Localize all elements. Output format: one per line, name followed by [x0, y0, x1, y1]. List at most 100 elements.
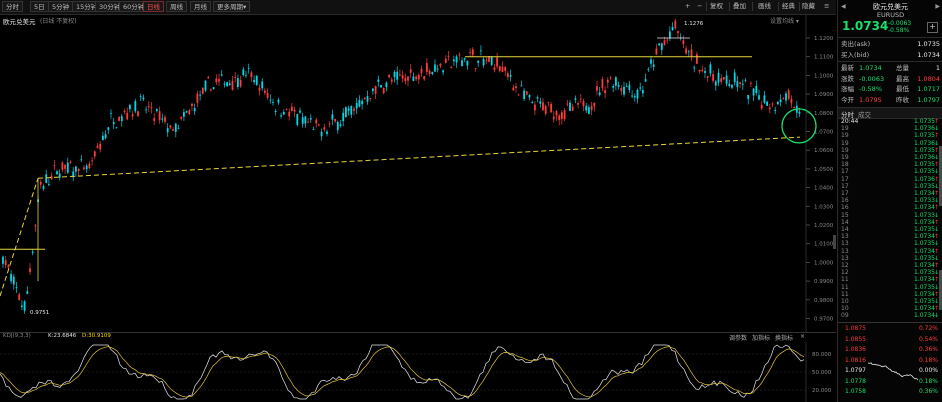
candle-body [728, 83, 731, 86]
switch-indicator-button[interactable]: 换指标 [775, 333, 793, 342]
zoom-out-button[interactable]: − [697, 1, 702, 12]
y-axis-label: 1.0400 [814, 186, 834, 192]
period-more-dropdown[interactable]: 更多周期▾ [213, 1, 251, 12]
low-price-label: 0.9751 [30, 310, 49, 316]
period-5min[interactable]: 5分钟 [48, 1, 74, 12]
period-monthly[interactable]: 月线 [190, 1, 211, 12]
period-weekly[interactable]: 周线 [166, 1, 187, 12]
candle-body [326, 131, 328, 134]
candle-body [180, 116, 183, 119]
candle-body [228, 83, 231, 86]
draw-line-button[interactable]: 画线 [758, 1, 771, 12]
candle-body [633, 96, 636, 98]
osc-axis-label: 20.000 [812, 388, 832, 394]
tab-trades[interactable]: 成交 [858, 109, 871, 119]
tick-price: 1.0734 [914, 218, 935, 226]
candle-body [482, 58, 485, 66]
candle-body [625, 86, 628, 87]
candle-body [768, 107, 771, 110]
adjust-params-button[interactable]: 调参数 [729, 333, 747, 342]
ma-settings-link[interactable]: 设置均线 ▾ [770, 16, 799, 25]
candle-body [237, 78, 239, 88]
quote-stat-row: 今开 1.0795 昨收 1.0797 [841, 96, 940, 105]
candle-body [704, 71, 706, 73]
zoom-in-button[interactable]: + [685, 1, 690, 12]
stat-value-2: 1.0804 [917, 74, 940, 83]
tick-price: 1.0735 [914, 226, 935, 233]
candle-body [53, 165, 56, 166]
candle-body [288, 111, 291, 117]
candle-body [399, 74, 401, 76]
candle-body [701, 69, 704, 72]
period-timeshare[interactable]: 分时 [2, 1, 23, 12]
candle-body [615, 77, 617, 86]
adjust-button[interactable]: 复权 [710, 1, 723, 12]
candle-body [304, 116, 307, 124]
tick-time: 16 [841, 197, 849, 205]
add-watchlist-button[interactable]: + [927, 22, 938, 33]
close-indicator-icon[interactable]: × [800, 333, 805, 340]
candle-body [145, 109, 147, 111]
y-axis-label: 0.9900 [814, 279, 834, 285]
quote-stat-row: 最新 1.0734 总量 1 [841, 64, 940, 73]
candle-body [48, 184, 50, 186]
candle-body [542, 102, 544, 111]
kdj-oscillator[interactable]: 80.000 50.000 20.000 [0, 342, 836, 402]
y-axis-label: 1.1200 [814, 36, 834, 42]
candle-body [218, 79, 220, 82]
overlay-button[interactable]: 叠加 [733, 1, 746, 12]
candle-body [61, 162, 64, 170]
candlestick-chart[interactable]: 1.1276 0.9751 1.1200 1.1100 1.1000 1.0900 1.0… [0, 14, 836, 332]
tick-time: 19 [841, 154, 849, 161]
tick-time: 10 [841, 298, 849, 305]
candle-body [463, 58, 466, 60]
osc-axis-label: 80.000 [812, 352, 832, 358]
candle-body [423, 76, 426, 80]
candle-body [112, 122, 115, 125]
forward-arrow-icon[interactable]: ▶ [935, 3, 940, 10]
quote-stat-row: 涨跌 -0.0063 最高 1.0804 [841, 75, 940, 84]
y-axis-label: 1.0300 [814, 204, 834, 210]
candle-body [477, 60, 480, 63]
candle-body [785, 93, 787, 101]
candle-body [539, 101, 542, 104]
chart-scroll-handle[interactable] [833, 235, 836, 249]
mini-intraday-chart [867, 362, 919, 381]
hide-button[interactable]: 隐藏 [802, 1, 815, 12]
menu-icon[interactable]: ≡ [824, 1, 829, 12]
candle-body [658, 43, 660, 46]
candle-body [787, 90, 790, 99]
candle-body [604, 90, 606, 94]
toolbar-divider [729, 2, 730, 11]
period-daily[interactable]: 日线 [143, 1, 164, 12]
candle-body [261, 81, 264, 89]
indicator-name[interactable]: KDJ(9,3,3) [3, 333, 31, 339]
stat-label-2: 最高 [896, 74, 909, 83]
candle-body [636, 89, 639, 99]
period-more-label: 更多周期 [217, 3, 243, 11]
candle-body [620, 87, 623, 92]
tick-time: 11 [841, 283, 849, 291]
add-indicator-button[interactable]: 加指标 [752, 333, 770, 342]
stat-label: 今开 [841, 95, 854, 104]
chart-title: 欧元兑美元 [3, 18, 36, 26]
candle-body [204, 80, 207, 91]
candle-body [536, 97, 539, 99]
candle-body [372, 88, 374, 92]
candle-body [239, 79, 242, 87]
arrow-down-icon: ↓ [933, 211, 939, 219]
candle-body [342, 112, 345, 122]
candle-body [755, 86, 758, 94]
candle-body [129, 104, 131, 110]
candle-body [191, 103, 193, 106]
tick-price: 1.0735 [914, 298, 935, 305]
candle-body [142, 97, 145, 100]
stat-value-2: 1.0797 [917, 95, 940, 104]
candle-body [763, 95, 766, 103]
classic-button[interactable]: 经典 [782, 1, 795, 12]
candle-body [353, 108, 355, 111]
tick-time: 17 [841, 175, 849, 183]
period-5day[interactable]: 5日 [30, 1, 49, 12]
tick-price: 1.0735 [914, 146, 935, 154]
candle-body [515, 86, 517, 88]
